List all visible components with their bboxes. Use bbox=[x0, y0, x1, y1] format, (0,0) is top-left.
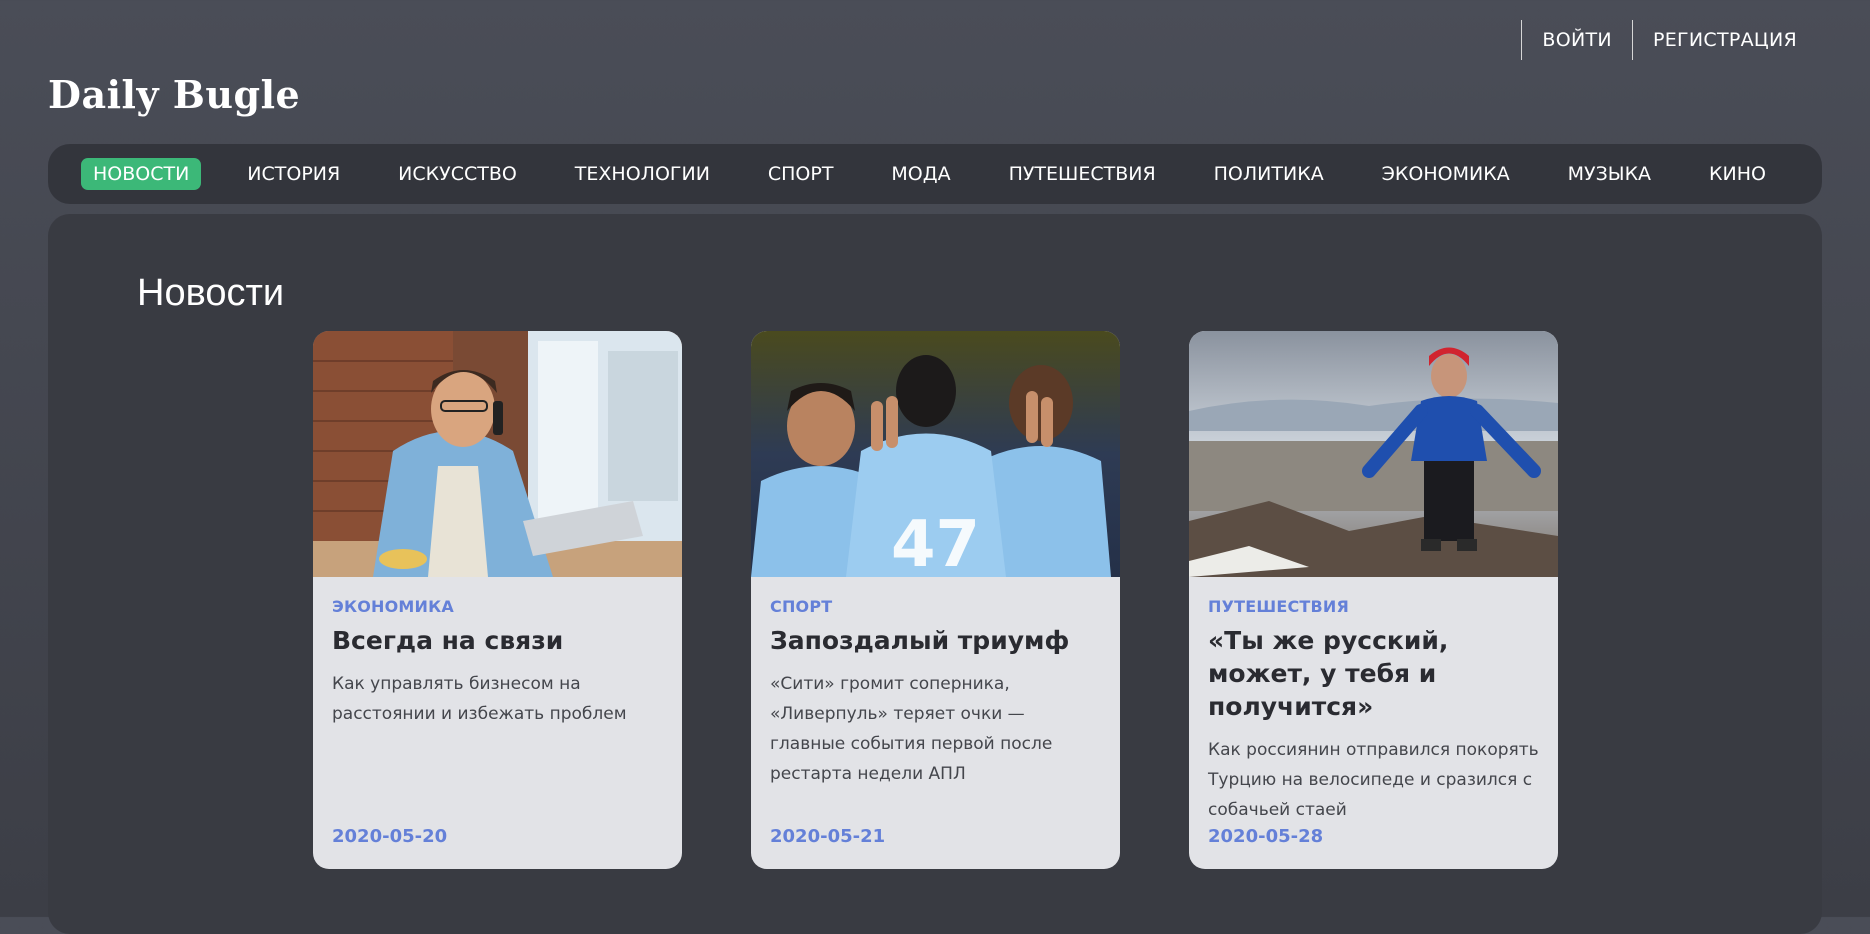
card-category[interactable]: ЭКОНОМИКА bbox=[332, 597, 663, 616]
news-card[interactable]: 47 СПОРТ Запоздалый триумф «Сити» громит… bbox=[751, 331, 1120, 869]
main-nav: НОВОСТИ ИСТОРИЯ ИСКУССТВО ТЕХНОЛОГИИ СПО… bbox=[48, 144, 1822, 204]
nav-item-technology[interactable]: ТЕХНОЛОГИИ bbox=[563, 158, 722, 190]
card-title[interactable]: «Ты же русский, может, у тебя и получитс… bbox=[1208, 624, 1539, 723]
card-date: 2020-05-20 bbox=[332, 826, 448, 847]
register-link[interactable]: РЕГИСТРАЦИЯ bbox=[1631, 20, 1817, 60]
news-card[interactable]: ПУТЕШЕСТВИЯ «Ты же русский, может, у теб… bbox=[1189, 331, 1558, 869]
nav-item-economy[interactable]: ЭКОНОМИКА bbox=[1370, 158, 1522, 190]
nav-item-travel[interactable]: ПУТЕШЕСТВИЯ bbox=[997, 158, 1168, 190]
auth-bar: ВОЙТИ РЕГИСТРАЦИЯ bbox=[1521, 20, 1817, 60]
news-card[interactable]: ЭКОНОМИКА Всегда на связи Как управлять … bbox=[313, 331, 682, 869]
card-date: 2020-05-28 bbox=[1208, 826, 1324, 847]
main-content: Новости ЭКОНОМИКА Всегда на связи Как уп… bbox=[48, 214, 1822, 934]
nav-item-politics[interactable]: ПОЛИТИКА bbox=[1202, 158, 1336, 190]
card-title[interactable]: Всегда на связи bbox=[332, 624, 663, 657]
login-link[interactable]: ВОЙТИ bbox=[1521, 20, 1632, 60]
card-title[interactable]: Запоздалый триумф bbox=[770, 624, 1101, 657]
card-category[interactable]: ПУТЕШЕСТВИЯ bbox=[1208, 597, 1539, 616]
section-title: Новости bbox=[137, 272, 285, 314]
site-logo[interactable]: Daily Bugle bbox=[48, 72, 300, 117]
nav-item-sport[interactable]: СПОРТ bbox=[756, 158, 846, 190]
nav-item-music[interactable]: МУЗЫКА bbox=[1556, 158, 1663, 190]
mountain-traveler-photo-icon[interactable] bbox=[1189, 331, 1558, 577]
nav-item-news[interactable]: НОВОСТИ bbox=[81, 158, 202, 190]
businessman-photo-icon[interactable] bbox=[313, 331, 682, 577]
nav-item-cinema[interactable]: КИНО bbox=[1697, 158, 1778, 190]
nav-item-fashion[interactable]: МОДА bbox=[879, 158, 962, 190]
svg-text:47: 47 bbox=[891, 508, 980, 577]
card-description: Как управлять бизнесом на расстоянии и и… bbox=[332, 674, 627, 724]
card-description: «Сити» громит соперника, «Ливерпуль» тер… bbox=[770, 674, 1053, 784]
nav-item-art[interactable]: ИСКУССТВО bbox=[386, 158, 529, 190]
card-category[interactable]: СПОРТ bbox=[770, 597, 1101, 616]
football-players-photo-icon[interactable]: 47 bbox=[751, 331, 1120, 577]
card-date: 2020-05-21 bbox=[770, 826, 886, 847]
card-description: Как россиянин отправился покорять Турцию… bbox=[1208, 740, 1539, 820]
nav-item-history[interactable]: ИСТОРИЯ bbox=[235, 158, 352, 190]
